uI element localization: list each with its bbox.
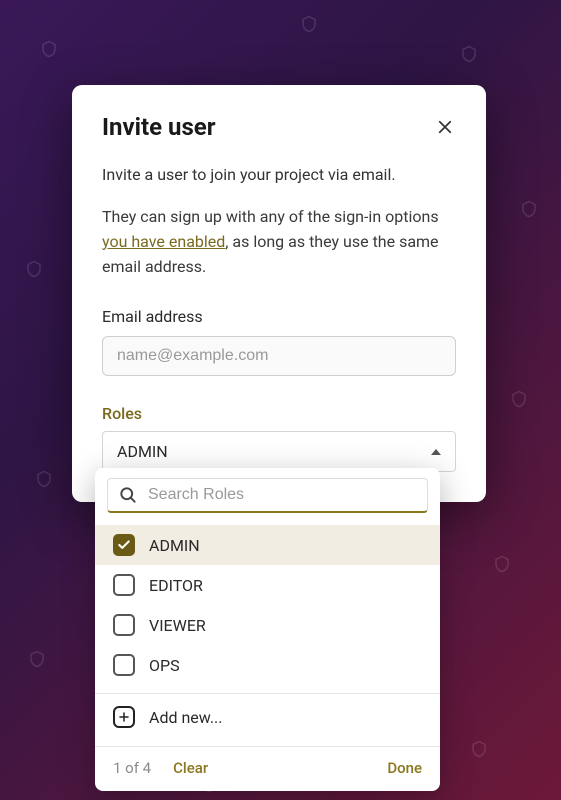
close-button[interactable] bbox=[434, 116, 456, 138]
roles-select[interactable]: ADMIN bbox=[102, 431, 456, 472]
role-option-admin[interactable]: ADMIN bbox=[95, 525, 440, 565]
desc2-before: They can sign up with any of the sign-in… bbox=[102, 207, 439, 226]
role-option-ops[interactable]: OPS bbox=[95, 645, 440, 685]
signin-options-link[interactable]: you have enabled bbox=[102, 232, 225, 251]
role-option-editor[interactable]: EDITOR bbox=[95, 565, 440, 605]
add-new-role[interactable]: Add new... bbox=[95, 694, 440, 740]
caret-up-icon bbox=[431, 449, 441, 455]
roles-label: Roles bbox=[102, 404, 456, 423]
close-icon bbox=[436, 118, 454, 136]
email-label: Email address bbox=[102, 307, 456, 326]
role-option-label: EDITOR bbox=[149, 576, 203, 595]
roles-option-list: ADMIN EDITOR VIEWER OPS bbox=[95, 523, 440, 687]
clear-button[interactable]: Clear bbox=[173, 759, 208, 777]
roles-search-input[interactable] bbox=[148, 486, 417, 504]
checkbox-unchecked-icon bbox=[113, 614, 135, 636]
modal-description-1: Invite a user to join your project via e… bbox=[102, 163, 456, 187]
checkbox-checked-icon bbox=[113, 534, 135, 556]
modal-description-2: They can sign up with any of the sign-in… bbox=[102, 205, 456, 279]
role-option-label: ADMIN bbox=[149, 536, 200, 555]
role-option-label: OPS bbox=[149, 656, 180, 675]
modal-header: Invite user bbox=[102, 113, 456, 141]
modal-title: Invite user bbox=[102, 113, 216, 141]
plus-square-icon bbox=[113, 706, 135, 728]
roles-dropdown: ADMIN EDITOR VIEWER OPS Add new... 1 of … bbox=[95, 468, 440, 791]
done-button[interactable]: Done bbox=[387, 759, 422, 777]
dropdown-search-wrap bbox=[107, 478, 428, 513]
checkbox-unchecked-icon bbox=[113, 654, 135, 676]
role-option-label: VIEWER bbox=[149, 616, 206, 635]
checkbox-unchecked-icon bbox=[113, 574, 135, 596]
search-icon bbox=[118, 485, 138, 505]
email-input[interactable] bbox=[102, 336, 456, 376]
selection-count: 1 of 4 bbox=[113, 759, 151, 777]
roles-selected-value: ADMIN bbox=[117, 442, 168, 461]
role-option-viewer[interactable]: VIEWER bbox=[95, 605, 440, 645]
dropdown-footer: 1 of 4 Clear Done bbox=[95, 747, 440, 791]
dropdown-search-row bbox=[95, 468, 440, 523]
add-new-label: Add new... bbox=[149, 708, 222, 727]
roles-section: Roles ADMIN bbox=[102, 404, 456, 472]
invite-user-modal: Invite user Invite a user to join your p… bbox=[72, 85, 486, 502]
